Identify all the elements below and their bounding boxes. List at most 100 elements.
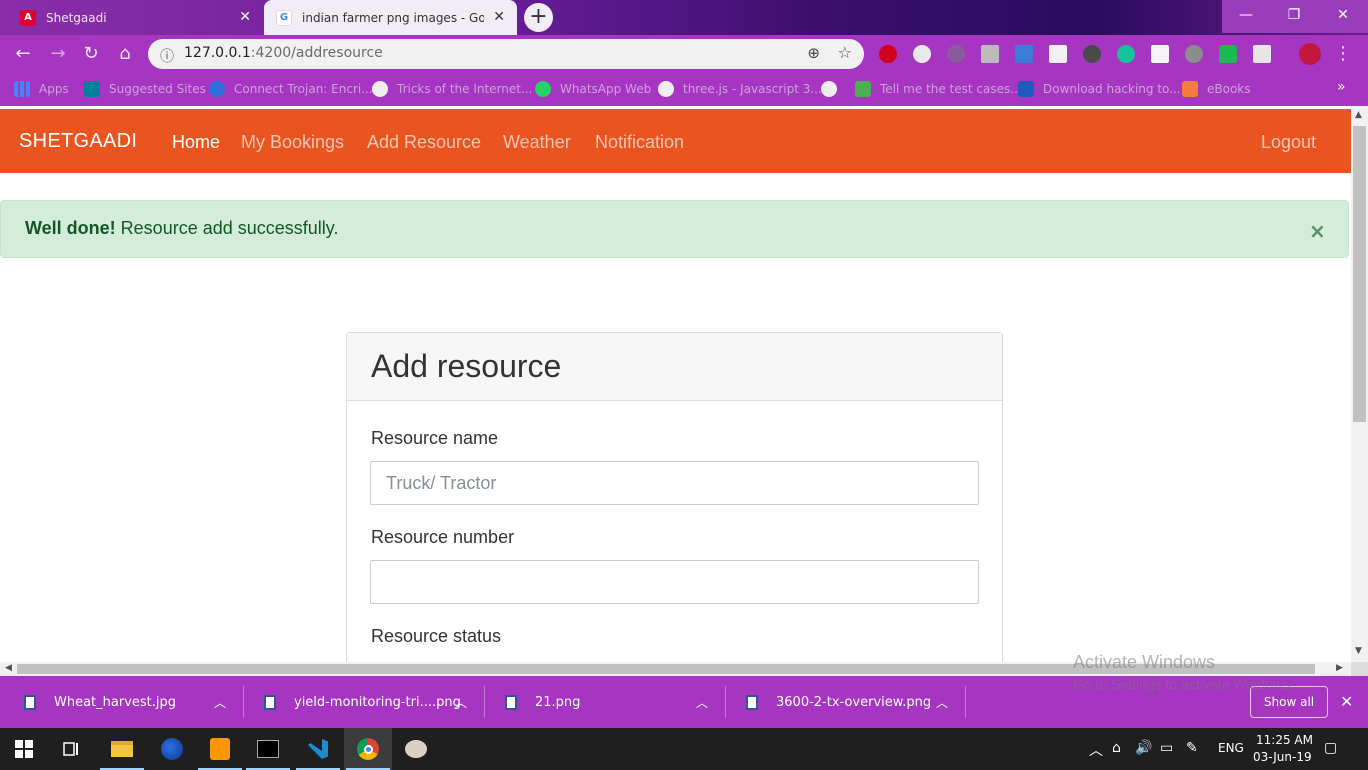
nav-weather-link[interactable]: Weather — [503, 132, 571, 153]
divider — [484, 686, 485, 718]
volume-icon[interactable]: 🔊 — [1135, 740, 1152, 756]
bookmark-test-cases[interactable]: Tell me the test cases... — [855, 81, 1022, 97]
language-indicator[interactable]: ENG — [1218, 741, 1244, 755]
bookmark-tricks[interactable]: Tricks of the Internet... — [372, 81, 532, 97]
extension-icon[interactable] — [1049, 45, 1067, 63]
download-menu-chevron-icon[interactable]: ︿ — [696, 676, 708, 728]
tab-shetgaadi[interactable]: A Shetgaadi ✕ — [8, 0, 263, 35]
download-item[interactable]: yield-monitoring-tri....png — [264, 676, 461, 728]
grammarly-icon[interactable] — [1117, 45, 1135, 63]
clock-time[interactable]: 11:25 AM — [1256, 733, 1313, 747]
download-filename: 21.png — [535, 694, 581, 710]
download-item[interactable]: 3600-2-tx-overview.png — [746, 676, 931, 728]
forward-icon[interactable]: → — [47, 43, 69, 64]
bookmark-hacking[interactable]: Download hacking to... — [1018, 81, 1181, 97]
extension-icon[interactable] — [1151, 45, 1169, 63]
close-downloads-icon[interactable]: ✕ — [1340, 692, 1353, 711]
scroll-left-arrow-icon[interactable]: ◀ — [5, 663, 12, 673]
nav-logout-link[interactable]: Logout — [1261, 132, 1316, 153]
home-icon[interactable]: ⌂ — [114, 43, 136, 64]
download-menu-chevron-icon[interactable]: ︿ — [936, 676, 948, 728]
taskbar-firefox[interactable] — [148, 728, 196, 770]
bookmark-suggested-sites[interactable]: Suggested Sites — [84, 81, 206, 97]
menu-dots-icon[interactable]: ⋮ — [1332, 43, 1354, 64]
extension-icon[interactable] — [981, 45, 999, 63]
task-view-button[interactable] — [48, 728, 96, 770]
extension-icon[interactable] — [1253, 45, 1271, 63]
pen-icon[interactable]: ✎ — [1186, 740, 1198, 756]
extension-icon[interactable] — [1185, 45, 1203, 63]
whatsapp-icon — [535, 81, 551, 97]
bookmark-globe[interactable] — [821, 81, 846, 97]
divider — [725, 686, 726, 718]
resource-name-input[interactable] — [370, 461, 979, 505]
new-tab-button[interactable]: + — [524, 3, 553, 32]
adblock-extension-icon[interactable] — [879, 45, 897, 63]
profile-avatar[interactable] — [1299, 43, 1321, 65]
close-window-button[interactable]: ✕ — [1318, 0, 1368, 33]
nav-home-link[interactable]: Home — [172, 132, 220, 153]
bookmark-ebooks[interactable]: eBooks — [1182, 81, 1251, 97]
card-title: Add resource — [371, 348, 562, 384]
vertical-scrollbar[interactable]: ▲ ▼ — [1351, 106, 1368, 662]
taskbar-paint[interactable] — [392, 728, 440, 770]
minimize-button[interactable]: — — [1222, 0, 1270, 33]
bookmark-label: WhatsApp Web — [560, 82, 652, 96]
alert-close-button[interactable]: × — [1309, 219, 1326, 243]
zoom-icon[interactable]: ⊕ — [807, 44, 820, 62]
resource-number-input[interactable] — [370, 560, 979, 604]
notification-center-icon[interactable]: ▢ — [1324, 740, 1337, 756]
trojan-icon — [209, 81, 225, 97]
download-menu-chevron-icon[interactable]: ︿ — [214, 676, 226, 728]
extension-icon[interactable] — [913, 45, 931, 63]
tab-title: Shetgaadi — [46, 10, 107, 25]
globe-icon — [821, 81, 837, 97]
google-icon: G — [276, 9, 292, 26]
vertical-scroll-thumb[interactable] — [1353, 126, 1366, 422]
bookmarks-overflow-icon[interactable]: » — [1337, 79, 1346, 95]
nav-my-bookings-link[interactable]: My Bookings — [241, 132, 344, 153]
app-navbar: SHETGAADI Home My Bookings Add Resource … — [0, 109, 1351, 173]
tab-google-images[interactable]: G indian farmer png images - Google ✕ — [264, 0, 517, 35]
scroll-down-arrow-icon[interactable]: ▼ — [1355, 646, 1362, 656]
extension-icon[interactable] — [1219, 45, 1237, 63]
bookmark-threejs[interactable]: three.js - Javascript 3... — [658, 81, 822, 97]
show-hidden-icons-icon[interactable]: ︿ — [1089, 740, 1103, 760]
bookmark-star-icon[interactable]: ☆ — [838, 43, 852, 62]
url-text[interactable]: 127.0.0.1:4200/addresource — [184, 45, 383, 61]
scroll-up-arrow-icon[interactable]: ▲ — [1355, 110, 1362, 120]
url-path: :4200/addresource — [250, 45, 383, 61]
download-menu-chevron-icon[interactable]: ︿ — [455, 676, 467, 728]
taskbar-vscode[interactable] — [294, 728, 342, 770]
extension-icon[interactable] — [947, 45, 965, 63]
location-extension-icon[interactable] — [1083, 45, 1101, 63]
start-button[interactable] — [0, 728, 48, 770]
windows-logo-icon — [15, 740, 33, 758]
maximize-button[interactable]: ❐ — [1270, 0, 1318, 33]
bookmark-whatsapp[interactable]: WhatsApp Web — [535, 81, 651, 97]
nav-notification-link[interactable]: Notification — [595, 132, 684, 153]
extension-icon[interactable] — [1015, 45, 1033, 63]
close-tab-icon[interactable]: ✕ — [239, 9, 251, 25]
clock-date[interactable]: 03-Jun-19 — [1253, 750, 1312, 764]
bookmark-connect-trojan[interactable]: Connect Trojan: Encri... — [209, 81, 373, 97]
network-icon[interactable]: ⌂ — [1112, 740, 1121, 756]
taskbar-chrome[interactable] — [344, 728, 392, 770]
scroll-right-arrow-icon[interactable]: ▶ — [1336, 663, 1343, 673]
taskbar-sublime[interactable] — [196, 728, 244, 770]
image-file-icon — [505, 694, 517, 710]
download-item[interactable]: 21.png — [505, 676, 580, 728]
chrome-icon — [357, 738, 379, 760]
download-item[interactable]: Wheat_harvest.jpg — [24, 676, 176, 728]
address-bar[interactable]: ⓘ 127.0.0.1:4200/addresource ⊕ ☆ — [148, 39, 864, 69]
app-brand[interactable]: SHETGAADI — [19, 130, 137, 153]
info-icon[interactable]: ⓘ — [160, 46, 174, 66]
close-tab-icon[interactable]: ✕ — [493, 9, 505, 25]
taskbar-terminal[interactable] — [244, 728, 292, 770]
nav-add-resource-link[interactable]: Add Resource — [367, 132, 481, 153]
display-icon[interactable]: ▭ — [1160, 740, 1173, 756]
taskbar-file-explorer[interactable] — [98, 728, 146, 770]
bookmark-apps[interactable]: Apps — [14, 81, 69, 97]
back-icon[interactable]: ← — [12, 43, 34, 64]
reload-icon[interactable]: ↻ — [80, 43, 102, 64]
